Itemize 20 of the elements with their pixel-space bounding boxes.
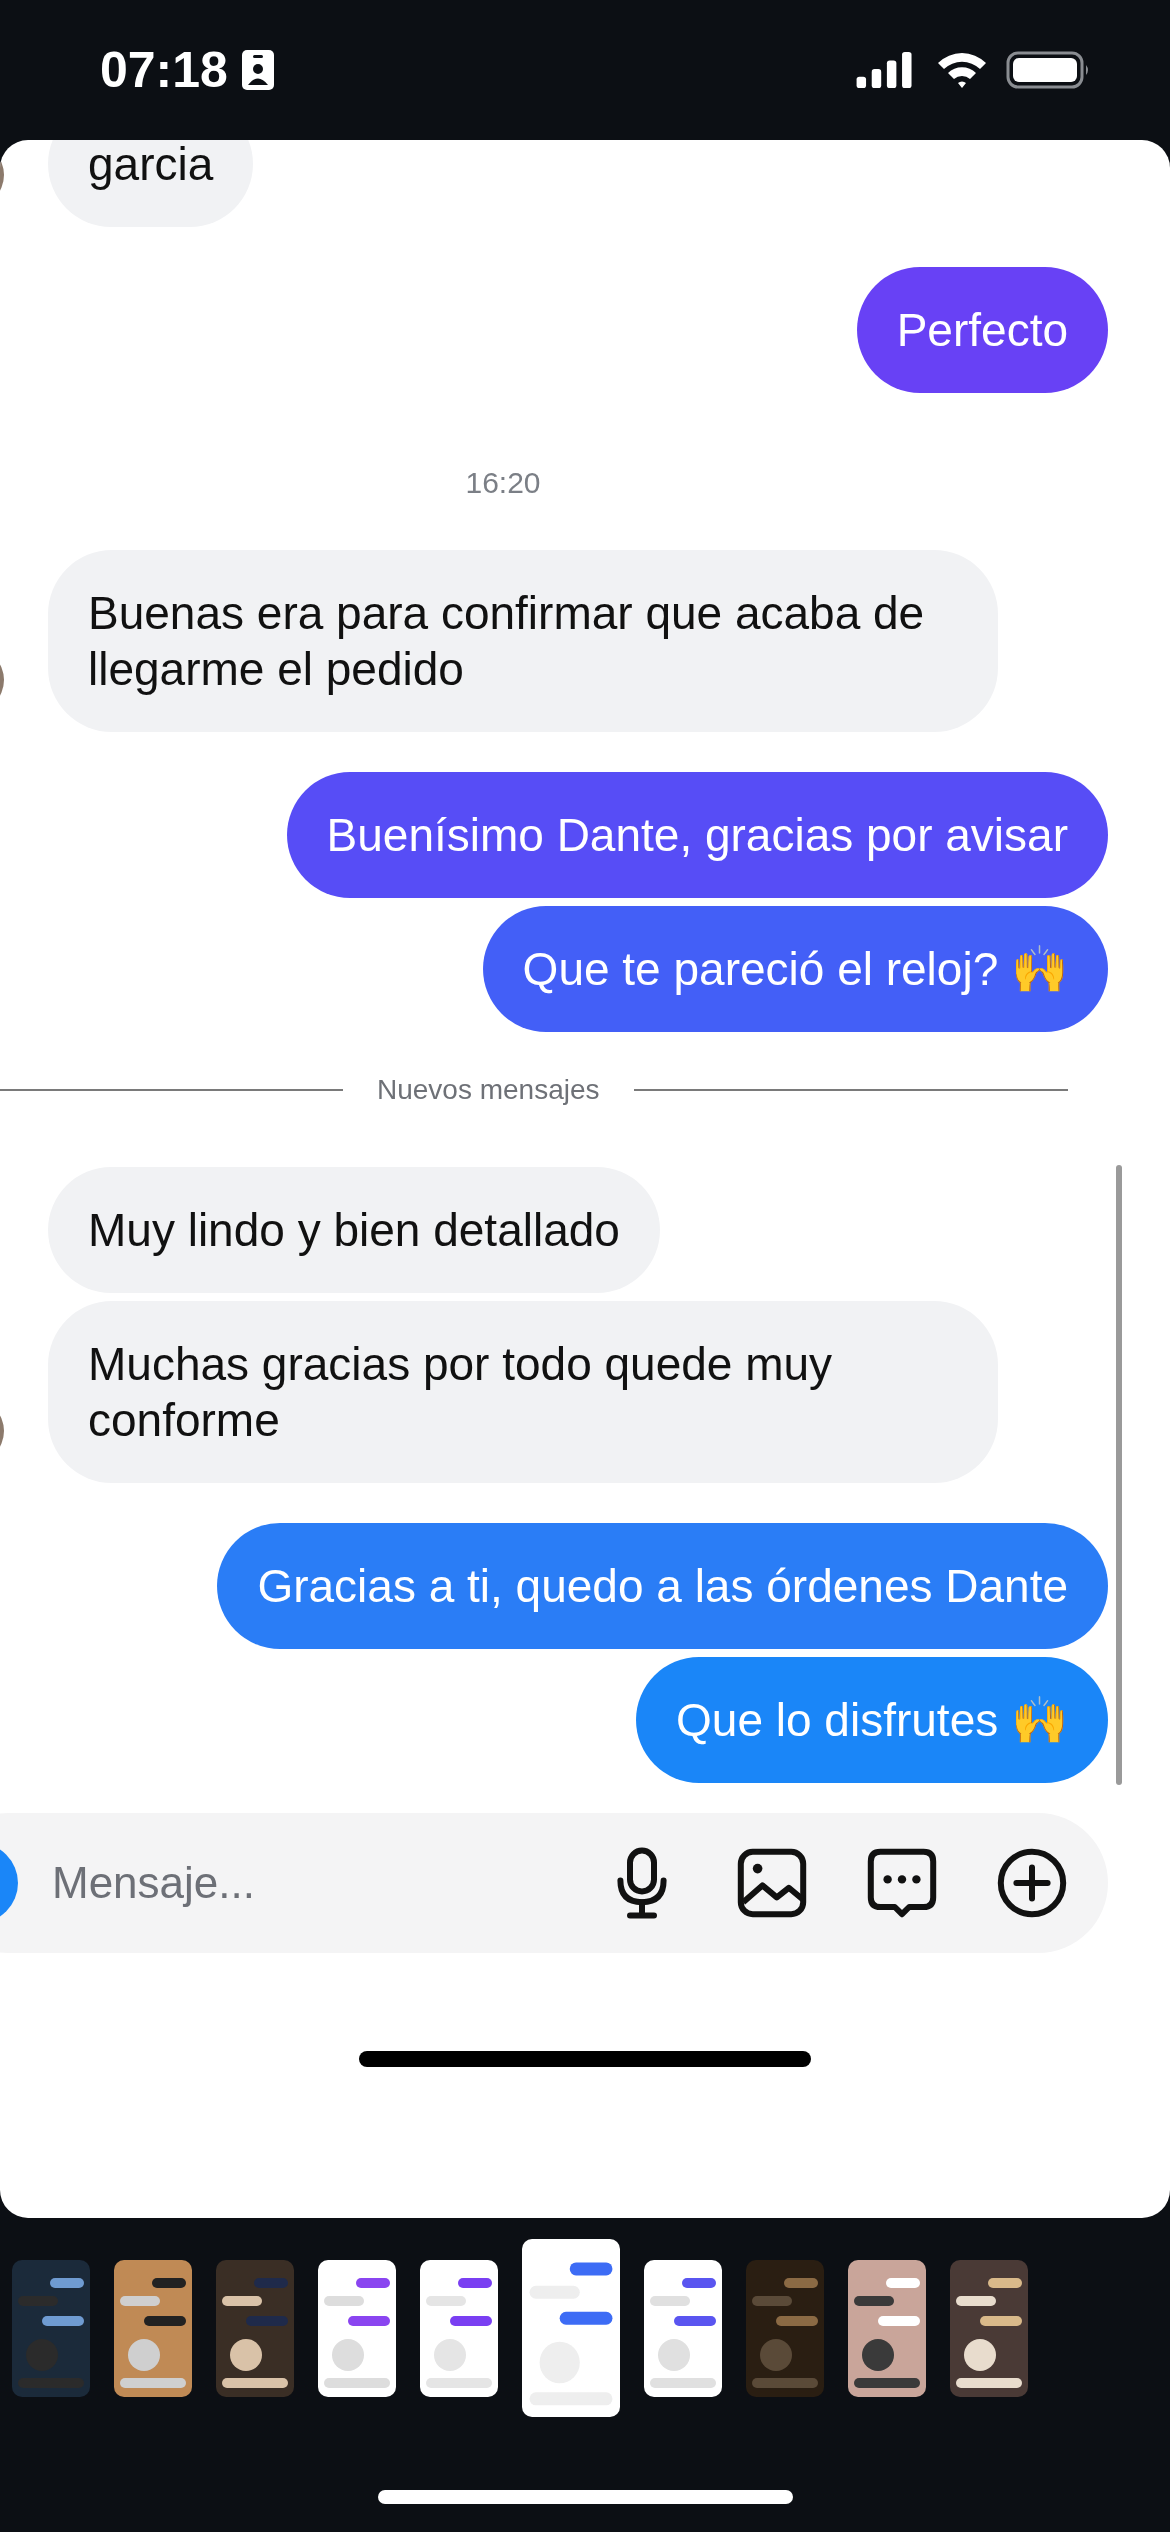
message-bubble: Muchas gracias por todo quede muy conforme bbox=[48, 1301, 998, 1483]
message-bubble: Perfecto bbox=[856, 267, 1108, 393]
message-bubble: Muy lindo y bien detallado bbox=[48, 1167, 660, 1293]
wifi-icon bbox=[936, 51, 988, 89]
message-bubble: Que te pareció el reloj? 🙌 bbox=[482, 906, 1108, 1032]
timestamp: 16:20 bbox=[465, 465, 541, 501]
signal-icon bbox=[856, 52, 914, 88]
contact-card-icon bbox=[241, 50, 274, 90]
status-time: 07:18 bbox=[100, 41, 228, 99]
battery-icon bbox=[1006, 51, 1090, 89]
chat-bubble-icon[interactable] bbox=[866, 1847, 938, 1919]
message-field[interactable]: Mensaje... bbox=[50, 1857, 606, 1909]
message-bubble: garcia bbox=[48, 140, 254, 227]
message-bubble: Gracias a ti, quedo a las órdenes Dante bbox=[217, 1523, 1108, 1649]
message-bubble: Que lo disfrutes 🙌 bbox=[636, 1657, 1108, 1783]
image-icon[interactable] bbox=[736, 1847, 808, 1919]
message-bubble: Buenas era para confirmar que acaba de llegarme el pedido bbox=[48, 550, 998, 732]
add-icon[interactable] bbox=[996, 1847, 1068, 1919]
new-messages-label: Nuevos mensajes bbox=[376, 1074, 601, 1106]
message-bubble: Buenísimo Dante, gracias por avisar bbox=[286, 772, 1108, 898]
